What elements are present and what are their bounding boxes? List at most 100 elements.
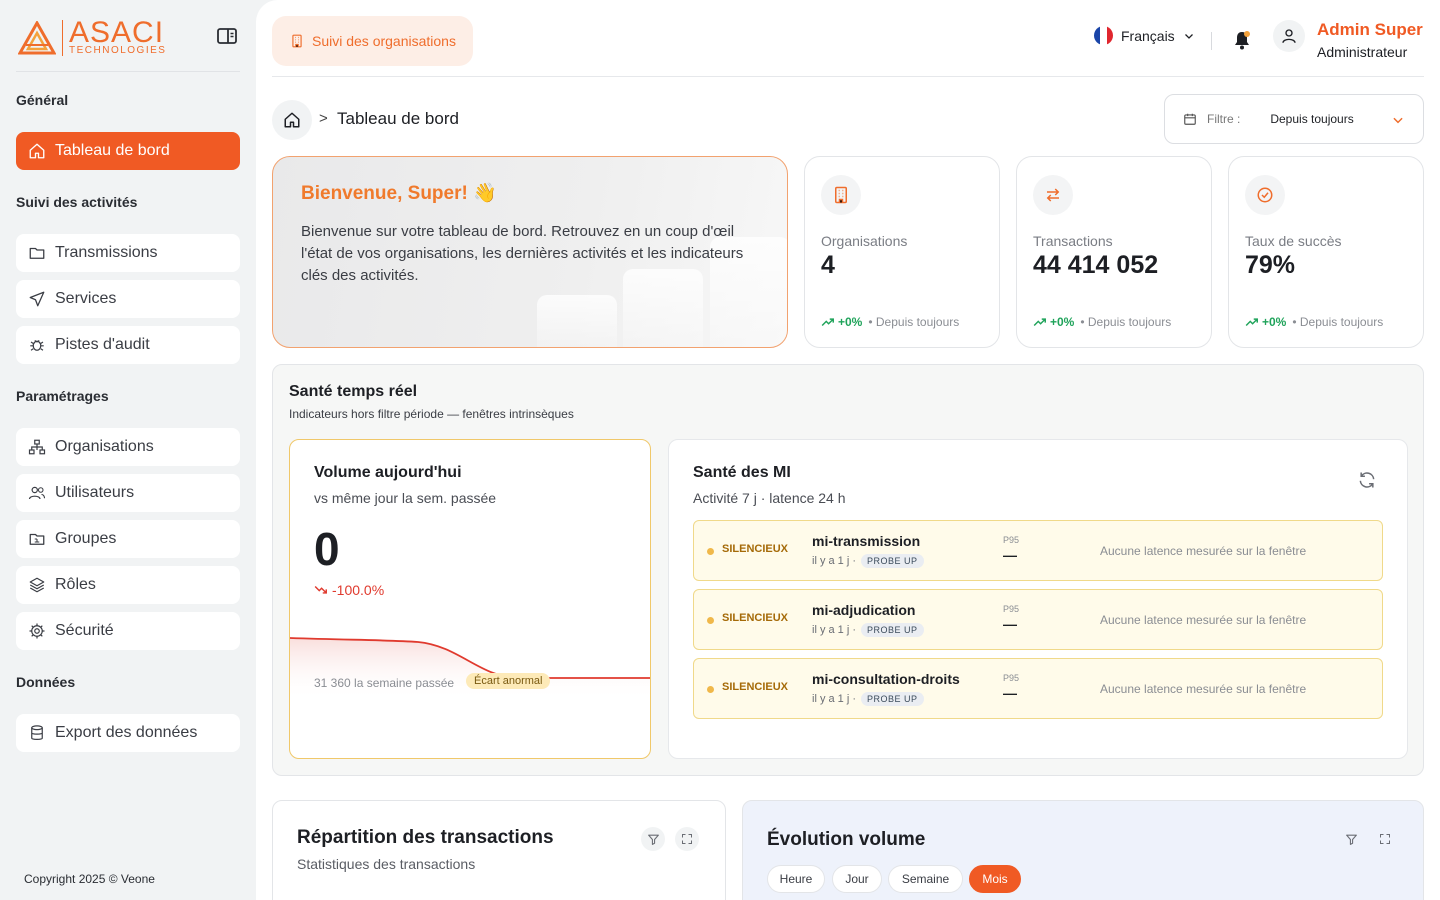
home-icon (284, 112, 300, 128)
database-icon (31, 725, 43, 740)
filter-icon[interactable] (641, 827, 665, 851)
stat-trend: +0% • Depuis toujours (1245, 315, 1383, 329)
mi-name: mi-adjudication (812, 602, 916, 618)
stat-card-organisations: Organisations 4 +0% • Depuis toujours (804, 156, 1000, 348)
repartition-title: Répartition des transactions (297, 827, 554, 848)
sidebar-item-groups[interactable]: Groupes (16, 520, 240, 558)
latency-note: Aucune latence mesurée sur la fenêtre (1100, 544, 1307, 558)
volume-evolution-card: Évolution volume Heure Jour Semaine Mois (742, 800, 1424, 900)
period-filter-select[interactable]: Filtre : Depuis toujours (1164, 94, 1424, 144)
mi-ago: il y a 1 j · PROBE UP (812, 623, 924, 637)
filter-icon[interactable] (1339, 827, 1363, 851)
section-settings: Paramétrages (16, 388, 109, 404)
decorative-bar (537, 295, 617, 347)
status-dot (707, 686, 714, 693)
stat-card-success-rate: Taux de succès 79% +0% • Depuis toujours (1228, 156, 1424, 348)
send-icon (29, 291, 45, 307)
language-selector[interactable]: Français (1094, 26, 1195, 45)
tab-week[interactable]: Semaine (888, 865, 963, 893)
expand-icon[interactable] (675, 827, 699, 851)
sidebar: ASACI TECHNOLOGIES Général Tableau de bo… (0, 0, 256, 900)
sidebar-item-label: Groupes (55, 530, 117, 547)
calendar-icon (1184, 113, 1196, 125)
volume-title: Volume aujourd'hui (314, 464, 462, 481)
sidebar-item-export[interactable]: Export des données (16, 714, 240, 752)
sidebar-toggle-icon[interactable] (216, 26, 238, 46)
volume-today-card: Volume aujourd'hui vs même jour la sem. … (289, 439, 651, 759)
filter-label: Filtre : (1207, 112, 1241, 126)
mi-ago: il y a 1 j · PROBE UP (812, 554, 924, 568)
p95-value: — (1003, 685, 1017, 701)
header-separator (1211, 32, 1212, 50)
mi-row[interactable]: SILENCIEUX mi-consultation-droits il y a… (693, 658, 1383, 719)
refresh-icon[interactable] (1357, 470, 1377, 495)
mi-row[interactable]: SILENCIEUX mi-adjudication il y a 1 j · P… (693, 589, 1383, 650)
stat-card-transactions: Transactions 44 414 052 +0% • Depuis tou… (1016, 156, 1212, 348)
asaci-logo-icon (18, 21, 56, 55)
expand-icon[interactable] (1373, 827, 1397, 851)
logo-main-text: ASACI (69, 16, 165, 49)
sidebar-item-services[interactable]: Services (16, 280, 240, 318)
stat-label: Transactions (1033, 233, 1113, 249)
sidebar-item-label: Services (55, 290, 117, 307)
sidebar-item-transmissions[interactable]: Transmissions (16, 234, 240, 272)
sidebar-item-label: Rôles (55, 576, 96, 593)
latency-note: Aucune latence mesurée sur la fenêtre (1100, 682, 1307, 696)
main-content: Suivi des organisations Français Admin S… (256, 0, 1440, 900)
users-icon (28, 486, 46, 500)
copyright: Copyright 2025 © Veone (24, 872, 155, 886)
language-label: Français (1121, 27, 1175, 44)
probe-badge: PROBE UP (861, 623, 924, 637)
folder-group-icon (29, 533, 45, 545)
layers-icon (29, 577, 45, 593)
stat-value: 44 414 052 (1033, 251, 1159, 279)
volume-change: -100.0% (314, 582, 384, 598)
home-icon (29, 143, 45, 159)
trend-down-icon (314, 585, 327, 594)
sidebar-item-security[interactable]: Sécurité (16, 612, 240, 650)
stat-value: 4 (821, 251, 835, 279)
section-data: Données (16, 674, 76, 690)
tab-month[interactable]: Mois (969, 865, 1021, 893)
sidebar-item-roles[interactable]: Rôles (16, 566, 240, 604)
sidebar-item-audit[interactable]: Pistes d'audit (16, 326, 240, 364)
breadcrumb-home-button[interactable] (272, 100, 312, 140)
tab-hour[interactable]: Heure (767, 865, 825, 893)
realtime-health-panel: Santé temps réel Indicateurs hors filtre… (272, 364, 1424, 776)
sidebar-item-organisations[interactable]: Organisations (16, 428, 240, 466)
probe-badge: PROBE UP (861, 554, 924, 568)
filter-value: Depuis toujours (1270, 112, 1354, 126)
org-tracking-button[interactable]: Suivi des organisations (272, 16, 473, 66)
user-name[interactable]: Admin Super (1317, 20, 1423, 40)
sidebar-item-dashboard[interactable]: Tableau de bord (16, 132, 240, 170)
mi-title: Santé des MI (693, 464, 791, 481)
sidebar-item-users[interactable]: Utilisateurs (16, 474, 240, 512)
mi-subtitle: Activité 7 j · latence 24 h (693, 490, 846, 506)
mi-name: mi-consultation-droits (812, 671, 960, 687)
health-subtitle: Indicateurs hors filtre période — fenêtr… (289, 407, 574, 421)
mi-row[interactable]: SILENCIEUX mi-transmission il y a 1 j · P… (693, 520, 1383, 581)
tab-day[interactable]: Jour (832, 865, 882, 893)
status-dot (707, 617, 714, 624)
latency-note: Aucune latence mesurée sur la fenêtre (1100, 613, 1307, 627)
sidebar-item-label: Utilisateurs (55, 484, 135, 501)
user-icon (1282, 29, 1296, 43)
sidebar-item-label: Tableau de bord (55, 142, 170, 159)
check-circle-icon (1245, 175, 1285, 215)
stat-value: 79% (1245, 251, 1296, 279)
user-avatar[interactable] (1273, 20, 1305, 52)
header-divider (272, 76, 1424, 77)
p95-value: — (1003, 616, 1017, 632)
anomaly-badge: Écart anormal (466, 673, 551, 689)
building-icon (292, 34, 302, 48)
logo-sub-text: TECHNOLOGIES (69, 45, 167, 56)
stat-trend: +0% • Depuis toujours (821, 315, 959, 329)
chevron-down-icon (1393, 117, 1403, 124)
stat-label: Taux de succès (1245, 233, 1342, 249)
logo: ASACI TECHNOLOGIES (18, 16, 167, 56)
gear-icon (29, 623, 45, 639)
sidebar-item-label: Organisations (55, 438, 154, 455)
repartition-subtitle: Statistiques des transactions (297, 856, 476, 872)
org-tracking-label: Suivi des organisations (312, 33, 456, 49)
notification-bell-icon[interactable] (1233, 30, 1251, 55)
